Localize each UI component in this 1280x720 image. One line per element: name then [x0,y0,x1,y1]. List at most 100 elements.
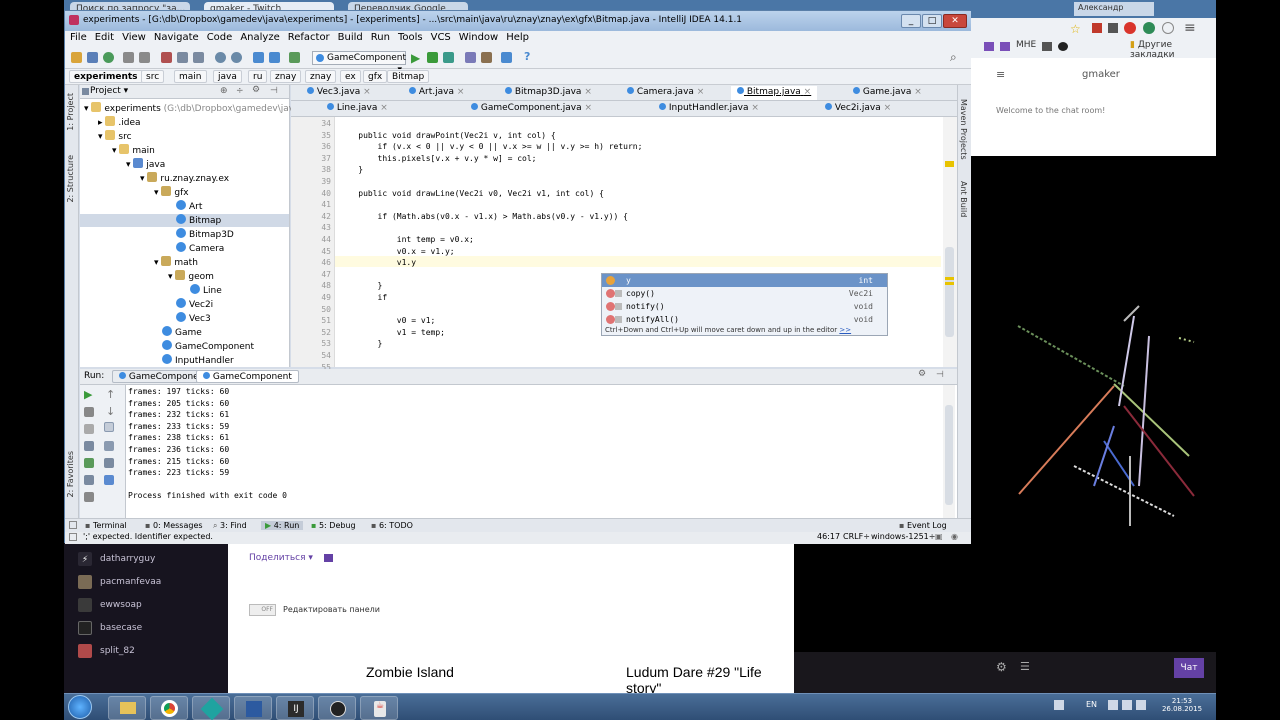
taskbar-app[interactable] [192,696,230,720]
toggle-icon[interactable] [69,521,77,529]
share-button[interactable]: Поделиться ▾ [249,553,313,563]
close-icon[interactable]: × [804,87,812,97]
tool-window-maven[interactable]: Maven Projects [959,99,968,160]
close-icon[interactable]: × [584,87,592,97]
restore-icon[interactable] [84,458,94,468]
bookmark-icon[interactable] [1000,42,1010,51]
line-separator[interactable]: CRLF÷ [843,532,870,541]
list-item[interactable]: ewwsoap [78,597,142,613]
code-line[interactable]: } [339,339,383,350]
soft-wrap-icon[interactable] [104,422,114,432]
star-icon[interactable]: ☆ [1070,22,1082,36]
build-icon[interactable] [289,52,300,63]
back-icon[interactable] [253,52,264,63]
taskbar-java[interactable]: ☕ [360,696,398,720]
tree-item[interactable]: Vec2i [176,298,213,311]
menu-navigate[interactable]: Navigate [149,31,202,43]
debug-icon[interactable] [427,52,438,63]
export-icon[interactable] [84,475,94,485]
bookmark-mne[interactable]: МНЕ [1016,40,1036,50]
editor-tab[interactable]: Bitmap3D.java × [499,86,598,100]
tool-tab-event-log[interactable]: ▪ Event Log [899,521,947,530]
tree-item[interactable]: InputHandler [162,354,234,367]
code-line[interactable]: public void drawPoint(Vec2i v, int col) … [339,131,555,142]
code-line[interactable]: if (Math.abs(v0.x - v1.x) > Math.abs(v0.… [339,212,628,223]
taskbar-obs[interactable] [318,696,356,720]
code-line[interactable]: v0 = v1; [339,316,436,327]
editor-tab[interactable]: Camera.java × [621,86,710,100]
tool-tab-run[interactable]: ▶ 4: Run [261,521,304,530]
completion-item[interactable]: notify() void [602,300,887,313]
collapse-icon[interactable]: ÷ [236,86,244,96]
menu-analyze[interactable]: Analyze [235,31,282,43]
user-chip[interactable]: Александр [1074,2,1154,16]
close-icon[interactable]: × [884,103,892,113]
tree-item[interactable]: ▾ gfx [154,186,189,199]
sdk-icon[interactable] [501,52,512,63]
tool-tab-todo[interactable]: ▪ 6: TODO [371,521,413,530]
close-icon[interactable]: × [914,87,922,97]
redo-icon[interactable] [139,52,150,63]
tool-window-ant[interactable]: Ant Build [959,181,968,217]
save-icon[interactable] [87,52,98,63]
file-encoding[interactable]: windows-1251÷ [871,532,935,541]
arrow-down-icon[interactable]: ↓ [106,405,115,418]
paste-icon[interactable] [193,52,204,63]
breadcrumb-item[interactable]: znay [270,70,302,83]
tree-item[interactable]: ▾ geom [168,270,214,283]
tool-tab-terminal[interactable]: ▪ Terminal [85,521,127,530]
scroll-thumb[interactable] [945,405,953,505]
breadcrumb-item[interactable]: Bitmap [387,70,430,83]
close-icon[interactable]: × [585,103,593,113]
close-icon[interactable] [84,492,94,502]
chat-list-icon[interactable]: ≡ [996,68,1005,81]
editor-tab[interactable]: Vec3.java × [301,86,377,100]
tray-icon[interactable] [1108,700,1118,710]
list-icon[interactable]: ☰ [1020,660,1030,673]
extension-icon[interactable] [1143,22,1155,34]
list-item[interactable]: pacmanfevaa [78,574,161,590]
tree-item[interactable]: ▾ java [126,158,165,171]
tree-item[interactable]: ▾ src [98,130,132,143]
tool-window-project[interactable]: 1: Project [66,93,75,131]
code-line[interactable]: int temp = v0.x; [339,235,474,246]
menu-code[interactable]: Code [202,31,236,43]
breadcrumb-item[interactable]: gfx [363,70,388,83]
code-line[interactable]: v1 = temp; [339,328,445,339]
bookmark-icon[interactable] [1042,42,1052,51]
tree-item[interactable]: Camera [176,242,224,255]
sync-icon[interactable]: ⊕ [220,86,228,96]
run-tab-active[interactable]: GameComponent [196,370,299,383]
code-line[interactable]: } [339,165,363,176]
chat-button[interactable]: Чат [1174,658,1204,678]
tree-item[interactable]: Bitmap3D [176,228,234,241]
bars-icon[interactable] [324,554,333,562]
breadcrumb-item[interactable]: znay [305,70,337,83]
close-icon[interactable]: × [697,87,705,97]
close-icon[interactable]: × [457,87,465,97]
taskbar-save[interactable] [234,696,272,720]
hide-icon[interactable]: ⊣ [270,86,278,96]
gear-icon[interactable]: ⚙ [996,660,1007,674]
adblock-icon[interactable] [1124,22,1136,34]
breadcrumb-item[interactable]: java [213,70,242,83]
code-line[interactable]: v0.x = v1.y; [339,247,455,258]
tree-item[interactable]: ▾ experiments (G:\db\Dropbox\gamedev\jav… [84,102,325,115]
help-icon[interactable]: ? [524,50,530,63]
run-icon[interactable]: ▶ [411,51,420,65]
warning-marker[interactable] [945,282,954,285]
editor-tab[interactable]: Game.java × [847,86,928,100]
start-button[interactable] [68,695,92,719]
warning-marker[interactable] [945,161,954,167]
github-icon[interactable] [1058,42,1068,51]
completion-item-selected[interactable]: y int [602,274,887,287]
code-line[interactable]: if [339,293,388,304]
list-item[interactable]: split_82 [78,643,135,659]
sync-icon[interactable] [103,52,114,63]
pause-icon[interactable] [84,424,94,434]
volume-icon[interactable] [1136,700,1146,710]
menu-run[interactable]: Run [366,31,393,43]
chevron-down-icon[interactable]: ▾ [124,86,129,96]
breadcrumb-item[interactable]: experiments [69,70,143,83]
tool-tab-find[interactable]: ⌕ 3: Find [213,521,247,531]
